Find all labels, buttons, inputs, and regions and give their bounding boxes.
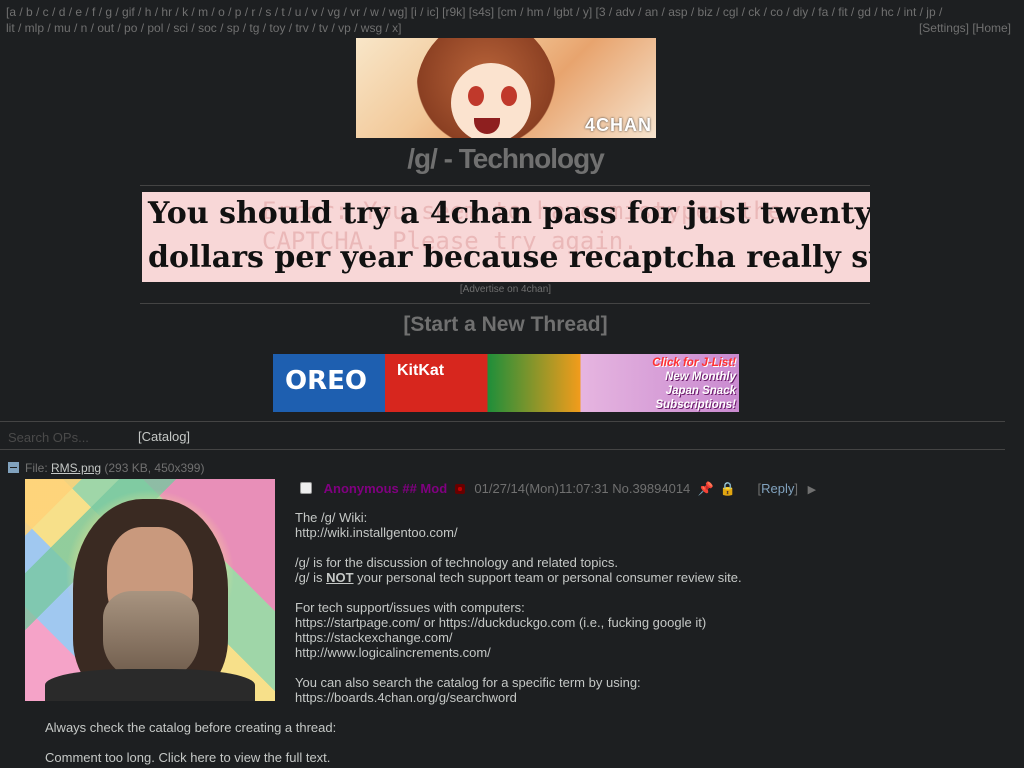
sticky-pin-icon: 📌 [697, 481, 715, 496]
ad2-cta-line-4: Subscriptions! [655, 399, 736, 411]
home-link[interactable]: [Home] [972, 21, 1011, 35]
message-bold-text: NOT [326, 570, 354, 585]
ad2-brand-1: OREO [285, 366, 367, 396]
message-link[interactable]: https://boards.4chan.org/g/searchword [295, 690, 995, 705]
poster-name: Anonymous ## Mod [323, 481, 448, 496]
reply-link-label[interactable]: Reply [761, 481, 794, 496]
message-link[interactable]: https://startpage.com/ or https://duckdu… [295, 615, 995, 630]
board-links-row-2[interactable]: lit / mlp / mu / n / out / po / pol / sc… [6, 20, 1011, 36]
divider [0, 421, 1005, 422]
message-link[interactable]: https://stackexchange.com/ [295, 630, 995, 645]
image-beard [103, 591, 199, 681]
post-message: The /g/ Wiki: http://wiki.installgentoo.… [295, 510, 995, 705]
message-gap [45, 735, 336, 750]
ad2-cta-line-2: New Monthly [665, 371, 736, 383]
message-text: your personal tech support team or perso… [353, 570, 742, 585]
message-link[interactable]: http://www.logicalincrements.com/ [295, 645, 995, 660]
message-gap [295, 540, 995, 555]
ad2-cta-line-3: Japan Snack [665, 385, 736, 397]
board-title: /g/ - Technology [407, 143, 605, 174]
file-meta: (293 KB, 450x399) [104, 461, 205, 475]
nav-right: [Settings] [Home] [919, 20, 1011, 36]
ad-line-1: You should try a 4chan pass for just twe… [148, 196, 870, 231]
ad2-cta: Click for J-List! New Monthly Japan Snac… [641, 356, 736, 412]
post-datetime: 01/27/14(Mon)11:07:31 [474, 481, 609, 496]
message-gap [295, 585, 995, 600]
file-info: File: RMS.png (293 KB, 450x399) [8, 461, 204, 475]
divider [0, 449, 1005, 450]
ad-line-2: dollars per year because recaptcha reall… [148, 240, 870, 275]
start-new-thread-link[interactable]: [Start a New Thread] [0, 313, 1011, 337]
board-banner[interactable]: 4CHAN [356, 38, 656, 138]
post-menu-arrow-icon[interactable]: ▶ [808, 484, 816, 496]
post-number-link[interactable]: No.39894014 [612, 481, 690, 496]
search-ops-input[interactable] [8, 429, 128, 445]
message-gap [295, 660, 995, 675]
message-line-not: /g/ is NOT your personal tech support te… [295, 570, 995, 585]
mod-icon [454, 484, 465, 494]
snack-advertisement[interactable]: OREO KitKat Click for J-List! New Monthl… [273, 354, 739, 412]
file-label: File: [25, 461, 48, 475]
post-info: Anonymous ## Mod 01/27/14(Mon)11:07:31 N… [300, 481, 816, 497]
message-line: Always check the catalog before creating… [45, 720, 337, 735]
message-line: For tech support/issues with computers: [295, 600, 525, 615]
comment-too-long-link[interactable]: Comment too long. Click here to view the… [45, 750, 336, 765]
reply-link[interactable]: [Reply] [758, 481, 799, 496]
advertisement-banner[interactable]: Error: You seem to have mistyped the CAP… [142, 192, 870, 282]
message-link[interactable]: http://wiki.installgentoo.com/ [295, 525, 995, 540]
message-line: /g/ is for the discussion of technology … [295, 555, 619, 570]
message-text: /g/ is [295, 570, 327, 585]
divider [140, 303, 870, 304]
board-links-row-1[interactable]: [a / b / c / d / e / f / g / gif / h / h… [6, 4, 1011, 20]
post-image-thumbnail[interactable] [25, 479, 275, 701]
message-line: The /g/ Wiki: [295, 510, 368, 525]
message-line: You can also search the catalog for a sp… [295, 675, 641, 690]
post-select-checkbox[interactable] [300, 482, 312, 494]
banner-eye-left [468, 86, 484, 106]
divider [140, 185, 870, 186]
closed-lock-icon: 🔒 [719, 481, 736, 496]
hide-thread-icon[interactable] [8, 462, 19, 473]
advertise-link[interactable]: [Advertise on 4chan] [0, 284, 1011, 295]
settings-link[interactable]: [Settings] [919, 21, 969, 35]
file-name-link[interactable]: RMS.png [51, 461, 101, 475]
banner-logo: 4CHAN [584, 115, 652, 135]
ad2-cta-line-1: Click for J-List! [652, 357, 736, 369]
post-message-tail: Always check the catalog before creating… [45, 720, 336, 765]
banner-eye-right [501, 86, 517, 106]
catalog-link[interactable]: [Catalog] [138, 429, 190, 444]
image-shirt [45, 669, 255, 701]
ad2-brand-2: KitKat [397, 362, 445, 379]
board-navigation: [a / b / c / d / e / f / g / gif / h / h… [6, 4, 1011, 36]
